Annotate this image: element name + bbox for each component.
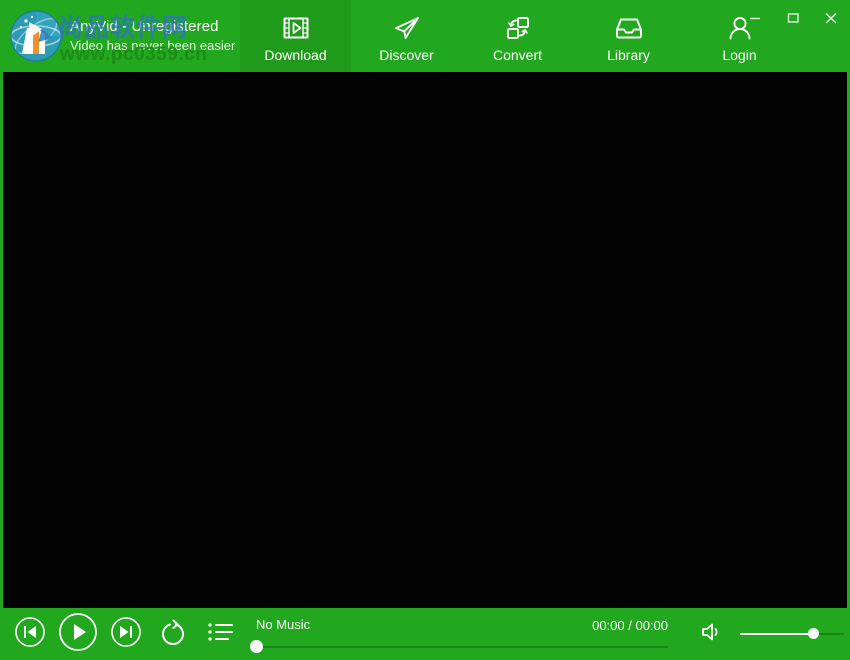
film-strip-play-icon [281, 12, 311, 44]
repeat-loop-icon [157, 616, 189, 653]
close-icon [823, 10, 839, 31]
volume-area [698, 620, 844, 648]
brand-block: AnyVid - Unregistered Video has never be… [0, 0, 240, 72]
skip-previous-button[interactable] [13, 617, 47, 651]
nav-item-download[interactable]: Download [240, 0, 351, 72]
maximize-button[interactable] [774, 5, 812, 35]
paper-plane-icon [392, 12, 422, 44]
nav-item-discover[interactable]: Discover [351, 0, 462, 72]
title-bar: AnyVid - Unregistered Video has never be… [0, 0, 850, 72]
minimize-button[interactable] [736, 5, 774, 35]
brand-text-block: AnyVid - Unregistered Video has never be… [70, 18, 235, 53]
nav-label-download: Download [264, 47, 326, 63]
track-title: No Music [256, 617, 310, 632]
nav-label-library: Library [607, 47, 650, 63]
nav-label-convert: Convert [493, 47, 542, 63]
anyvid-app-window: AnyVid - Unregistered Video has never be… [0, 0, 850, 660]
track-info-area: No Music 00:00 / 00:00 [256, 610, 668, 658]
convert-arrows-icon [503, 12, 533, 44]
nav-label-discover: Discover [379, 47, 433, 63]
time-display: 00:00 / 00:00 [592, 618, 668, 633]
minimize-icon [748, 11, 762, 30]
nav-item-convert[interactable]: Convert [462, 0, 573, 72]
skip-next-icon [110, 616, 142, 653]
progress-thumb[interactable] [250, 640, 263, 653]
nav-item-library[interactable]: Library [573, 0, 684, 72]
volume-button[interactable] [698, 620, 726, 648]
license-status: - Unregistered [122, 18, 218, 35]
play-button[interactable] [57, 613, 99, 655]
maximize-icon [786, 11, 800, 30]
app-tagline: Video has never been easier [70, 39, 235, 54]
volume-fill [740, 633, 813, 635]
nav-label-login: Login [722, 47, 756, 63]
player-control-bar: No Music 00:00 / 00:00 [0, 608, 850, 660]
app-name: AnyVid [70, 18, 118, 35]
app-name-line: AnyVid - Unregistered [70, 18, 235, 35]
anyvid-globe-logo-icon [8, 8, 64, 64]
video-stage[interactable] [3, 72, 847, 608]
playlist-button[interactable] [204, 617, 238, 651]
play-icon [58, 612, 98, 657]
progress-slider[interactable] [256, 646, 668, 648]
window-controls [736, 0, 850, 40]
repeat-button[interactable] [156, 617, 190, 651]
inbox-tray-icon [613, 12, 645, 44]
main-navigation: Download Discover [240, 0, 795, 72]
skip-previous-icon [14, 616, 46, 653]
playlist-list-icon [206, 619, 236, 650]
volume-slider[interactable] [740, 633, 844, 635]
speaker-volume-icon [699, 620, 725, 649]
skip-next-button[interactable] [109, 617, 143, 651]
volume-thumb[interactable] [808, 628, 819, 639]
close-button[interactable] [812, 5, 850, 35]
